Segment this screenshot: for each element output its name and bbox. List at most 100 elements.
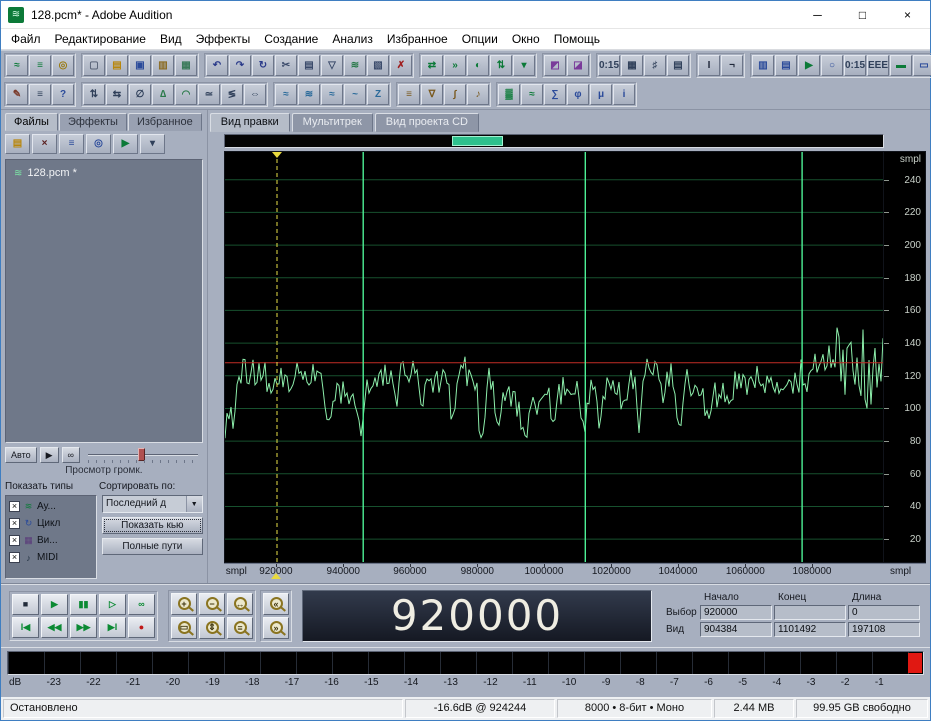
minimize-button[interactable]: ─: [795, 1, 840, 28]
menu-item[interactable]: Эффекты: [189, 30, 258, 48]
show-time-window-icon[interactable]: 0:15: [844, 55, 866, 76]
insert-cd-project-icon[interactable]: ◎: [86, 134, 111, 154]
file-type-row[interactable]: × ↻ Цикл: [7, 515, 95, 532]
tab-cd-project-view[interactable]: Вид проекта CD: [374, 113, 479, 132]
waveform-canvas[interactable]: [224, 152, 883, 562]
zoom-full-button[interactable]: ↔: [227, 592, 253, 615]
amplitude-ruler[interactable]: smpl 240 220 200 180 160 140 120 100 80 60 40 20: [884, 151, 926, 563]
file-list-item[interactable]: ≋ 128.pcm *: [8, 166, 200, 180]
cd-project-view-icon[interactable]: ◎: [52, 55, 74, 76]
show-transport-icon[interactable]: ▶: [798, 55, 820, 76]
tab-favorites[interactable]: Избранное: [127, 113, 202, 131]
file-type-row[interactable]: × ≋ Ау...: [7, 498, 95, 515]
statistics-icon[interactable]: μ: [590, 84, 612, 105]
cue-list-icon[interactable]: ≡: [29, 84, 51, 105]
delete-icon[interactable]: ✗: [390, 55, 412, 76]
selection-end-field[interactable]: [774, 605, 846, 620]
menu-item[interactable]: Анализ: [325, 30, 380, 48]
menu-item[interactable]: Окно: [505, 30, 547, 48]
zoom-to-right-edge-button[interactable]: »: [263, 616, 289, 639]
type-checkbox[interactable]: ×: [9, 518, 20, 529]
paste-icon[interactable]: ▽: [321, 55, 343, 76]
echo-icon[interactable]: ≋: [298, 84, 320, 105]
stop-button[interactable]: ■: [12, 593, 39, 615]
batch-files-icon[interactable]: ▦: [175, 55, 197, 76]
snapping-icon[interactable]: ♯: [644, 55, 666, 76]
pitch-icon[interactable]: ♪: [467, 84, 489, 105]
copy-icon[interactable]: ▤: [298, 55, 320, 76]
menu-item[interactable]: Редактирование: [48, 30, 153, 48]
tab-multitrack-view[interactable]: Мультитрек: [291, 113, 373, 132]
envelope-icon[interactable]: ◠: [175, 84, 197, 105]
mix-paste-icon[interactable]: ≋: [344, 55, 366, 76]
overview-selection[interactable]: [452, 136, 504, 146]
pause-button[interactable]: ▮▮: [70, 593, 97, 615]
menu-item[interactable]: Вид: [153, 30, 189, 48]
flanger-icon[interactable]: ~: [344, 84, 366, 105]
stretch-icon[interactable]: ⇔: [244, 84, 266, 105]
distortion-icon[interactable]: Z: [367, 84, 389, 105]
amplify-icon[interactable]: ∆: [152, 84, 174, 105]
play-from-cursor-button[interactable]: ▷: [99, 593, 126, 615]
waveform-display[interactable]: [223, 151, 884, 563]
cut-icon[interactable]: ✂: [275, 55, 297, 76]
zoom-to-left-edge-button[interactable]: «: [263, 592, 289, 615]
overview-bar[interactable]: [223, 134, 884, 148]
time-ruler[interactable]: smpl 920000 940000 960000 980000 1000000 1020…: [223, 563, 884, 579]
reverse-icon[interactable]: ⇆: [106, 84, 128, 105]
slider-thumb[interactable]: [138, 448, 146, 461]
menu-item[interactable]: Помощь: [547, 30, 607, 48]
show-sel-view-icon[interactable]: EEE: [867, 55, 889, 76]
open-append-icon[interactable]: ▥: [152, 55, 174, 76]
import-file-icon[interactable]: ▤: [5, 134, 30, 154]
selection-length-field[interactable]: 0: [848, 605, 920, 620]
zoom-selection-button[interactable]: ▭: [171, 616, 197, 639]
tab-files[interactable]: Файлы: [5, 113, 58, 131]
menu-item[interactable]: Опции: [455, 30, 505, 48]
full-paths-button[interactable]: Полные пути: [102, 538, 203, 555]
redo-icon[interactable]: ↷: [229, 55, 251, 76]
time-display[interactable]: 920000: [302, 589, 652, 642]
zoom-out-button[interactable]: −: [199, 592, 225, 615]
session-info-icon[interactable]: i: [613, 84, 635, 105]
grid-icon[interactable]: ▤: [667, 55, 689, 76]
frequency-analysis-icon[interactable]: ◩: [544, 55, 566, 76]
delay-icon[interactable]: ≈: [275, 84, 297, 105]
fft-filter-icon[interactable]: ∫: [444, 84, 466, 105]
show-level-meters-icon[interactable]: ▬: [890, 55, 912, 76]
zoom-in-button[interactable]: +: [171, 592, 197, 615]
save-file-icon[interactable]: ▣: [129, 55, 151, 76]
close-button[interactable]: ×: [885, 1, 930, 28]
rewind-button[interactable]: ◀◀: [41, 616, 68, 638]
filter-icon[interactable]: ∇: [421, 84, 443, 105]
phase-window-icon[interactable]: φ: [567, 84, 589, 105]
compressor-icon[interactable]: ≶: [221, 84, 243, 105]
waveform-view-icon[interactable]: ≈: [521, 84, 543, 105]
show-cues-button[interactable]: Показать кью: [102, 517, 203, 534]
zoom-out-vertical-button[interactable]: ≡: [227, 616, 253, 639]
invert-icon[interactable]: ⇅: [83, 84, 105, 105]
play-button[interactable]: ▶: [41, 593, 68, 615]
level-meter[interactable]: [7, 651, 924, 675]
show-zoom-controls-icon[interactable]: ○: [821, 55, 843, 76]
file-types-list[interactable]: × ≋ Ау... × ↻ Цикл × ▦ Ви... × ♪ MIDI: [5, 495, 97, 579]
time-display-format-icon[interactable]: 0:15: [598, 55, 620, 76]
convert-sample-type-icon[interactable]: ⇄: [421, 55, 443, 76]
help-icon[interactable]: ?: [52, 84, 74, 105]
auto-play-button[interactable]: Авто: [5, 447, 37, 463]
phase-analysis-icon[interactable]: ◪: [567, 55, 589, 76]
maximize-button[interactable]: □: [840, 1, 885, 28]
tab-edit-view[interactable]: Вид правки: [209, 113, 290, 132]
show-status-bar-icon[interactable]: ▭: [913, 55, 931, 76]
close-file-icon[interactable]: ×: [32, 134, 57, 154]
menu-item[interactable]: Избранное: [380, 30, 455, 48]
cursor-top-marker[interactable]: [271, 152, 282, 158]
preview-play-button[interactable]: ▶: [39, 447, 59, 463]
open-file-icon[interactable]: ▤: [106, 55, 128, 76]
menu-item[interactable]: Файл: [4, 30, 48, 48]
view-start-field[interactable]: 904384: [700, 622, 772, 637]
play-preview-icon[interactable]: ▶: [113, 134, 138, 154]
insert-multitrack-icon[interactable]: ≡: [59, 134, 84, 154]
zoom-in-vertical-button[interactable]: ⇕: [199, 616, 225, 639]
undo-icon[interactable]: ↶: [206, 55, 228, 76]
